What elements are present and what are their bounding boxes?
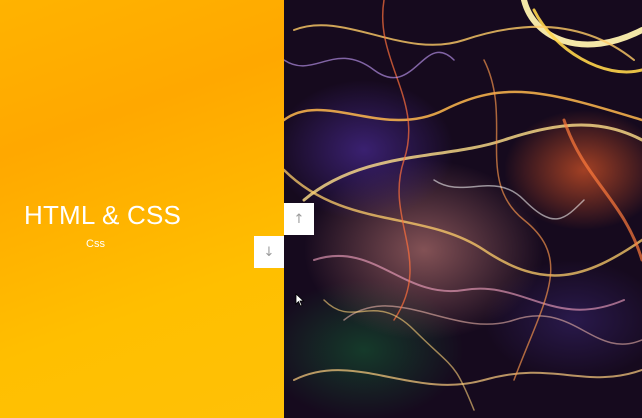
slide-down-button[interactable]: ↓ bbox=[254, 236, 284, 268]
image-slide-panel bbox=[284, 0, 642, 418]
slide-subtitle: Css bbox=[86, 238, 105, 250]
slide-up-button[interactable]: ↑ bbox=[284, 203, 314, 235]
text-slide-panel: HTML & CSS Css bbox=[0, 0, 284, 418]
arrow-down-icon: ↓ bbox=[263, 244, 275, 260]
slide-title: HTML & CSS bbox=[24, 200, 182, 230]
arrow-up-icon: ↑ bbox=[293, 211, 305, 227]
light-trails-image bbox=[284, 0, 642, 411]
slider-stage: HTML & CSS Css ↑ ↓ bbox=[0, 0, 642, 418]
mouse-cursor-icon bbox=[295, 293, 305, 307]
